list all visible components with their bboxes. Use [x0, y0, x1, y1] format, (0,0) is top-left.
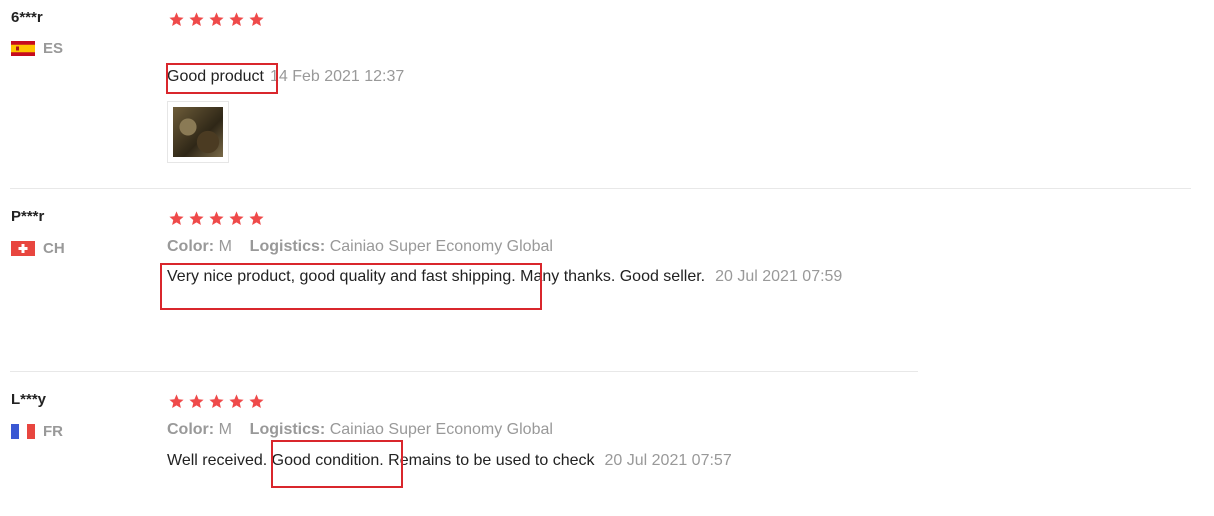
star-icon	[249, 12, 264, 27]
star-icon	[249, 394, 264, 409]
star-icon	[189, 12, 204, 27]
reviewer-name: P***r	[11, 208, 45, 225]
color-value: M	[218, 421, 232, 438]
star-icon	[249, 211, 264, 226]
star-icon	[189, 211, 204, 226]
spain-flag-icon	[11, 41, 35, 56]
star-icon	[209, 12, 224, 27]
logistics-label: Logistics:	[249, 238, 326, 255]
france-flag-icon	[11, 424, 35, 439]
star-icon	[209, 394, 224, 409]
country-code: CH	[43, 240, 65, 257]
review-attributes: Color: M Logistics: Cainiao Super Econom…	[167, 238, 553, 256]
reviewer-country: FR	[11, 423, 63, 440]
reviewer-name: 6***r	[11, 9, 43, 26]
rating-stars	[168, 210, 265, 227]
reviewer-country: CH	[11, 240, 65, 257]
reviewer-name: L***y	[11, 391, 47, 408]
star-icon	[229, 394, 244, 409]
review-text: Well received. Good condition. Remains t…	[167, 452, 732, 470]
review-text-rest: Remains to be used to check	[383, 452, 595, 469]
color-label: Color:	[167, 421, 215, 438]
reviewer-country: ES	[11, 40, 63, 57]
highlight-box	[160, 263, 542, 310]
rating-stars	[168, 11, 265, 28]
divider	[10, 371, 918, 372]
star-icon	[209, 211, 224, 226]
star-icon	[169, 394, 184, 409]
star-icon	[189, 394, 204, 409]
country-code: FR	[43, 423, 63, 440]
review-photo	[173, 107, 223, 157]
rating-stars	[168, 393, 265, 410]
review-attributes: Color: M Logistics: Cainiao Super Econom…	[167, 421, 553, 439]
review-photo-thumbnail[interactable]	[167, 101, 229, 163]
logistics-label: Logistics:	[249, 421, 326, 438]
star-icon	[229, 211, 244, 226]
switzerland-flag-icon	[11, 241, 35, 256]
divider	[10, 188, 1191, 189]
star-icon	[229, 12, 244, 27]
highlight-box	[166, 63, 278, 94]
color-value: M	[218, 238, 232, 255]
review-date: 20 Jul 2021 07:59	[715, 268, 843, 285]
review-date: 14 Feb 2021 12:37	[269, 68, 405, 85]
color-label: Color:	[167, 238, 215, 255]
highlight-box	[271, 440, 403, 488]
review-text-rest: Many thanks. Good seller.	[515, 268, 706, 285]
review-text-before: Well received.	[167, 452, 272, 469]
logistics-value: Cainiao Super Economy Global	[329, 421, 553, 438]
star-icon	[169, 12, 184, 27]
review-date: 20 Jul 2021 07:57	[604, 452, 732, 469]
country-code: ES	[43, 40, 64, 57]
logistics-value: Cainiao Super Economy Global	[329, 238, 553, 255]
star-icon	[169, 211, 184, 226]
